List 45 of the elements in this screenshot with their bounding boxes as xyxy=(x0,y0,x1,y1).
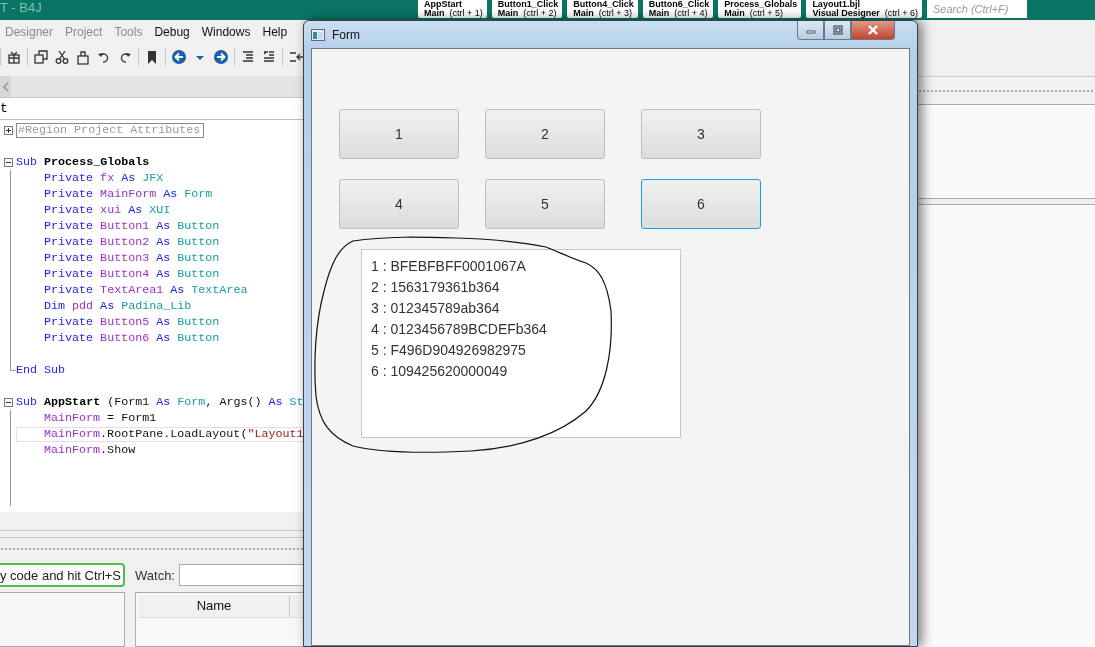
window-title: T - B4J xyxy=(0,0,43,15)
code-line: Dim pdd As Padina_Lib xyxy=(43,298,192,314)
watch-label: Watch: xyxy=(135,567,175,583)
search-field[interactable]: Search (Ctrl+F) xyxy=(927,0,1027,18)
document-tab[interactable]: Layout1.bjl Visual Designer (ctrl + 6) xyxy=(806,0,922,18)
code-line: MainForm = Form1 xyxy=(43,410,157,426)
code-line: Private Button4 As Button xyxy=(43,266,220,282)
menu-item[interactable]: Help xyxy=(262,25,288,39)
code-line: Private fx As JFX xyxy=(43,170,164,186)
code-line: Private xui As XUI xyxy=(43,202,171,218)
window-title: Form xyxy=(332,27,360,42)
code-line: Private Button3 As Button xyxy=(43,250,220,266)
text-line: 3 : 012345789ab364 xyxy=(371,299,501,318)
form-button[interactable]: 3 xyxy=(641,109,761,159)
document-tab[interactable]: Button4_Click Main (ctrl + 3) xyxy=(567,0,638,18)
document-tab[interactable]: AppStart Main (ctrl + 1) xyxy=(418,0,487,18)
document-tab[interactable]: Button6_Click Main (ctrl + 4) xyxy=(642,0,714,18)
code-line: Private Button6 As Button xyxy=(43,330,220,346)
code-line: MainForm.Show xyxy=(43,442,136,458)
code-line: Private Button5 As Button xyxy=(43,314,220,330)
input-field[interactable]: y code and hit Ctrl+S xyxy=(0,563,125,587)
code-line: Private Button2 As Button xyxy=(43,234,220,250)
menu-item[interactable]: Debug xyxy=(154,25,190,39)
code-line: Sub AppStart (Form1 As Form, Args() As St xyxy=(16,394,303,410)
code-line: Private MainForm As Form xyxy=(43,186,213,202)
document-tab[interactable]: Process_Globals Main (ctrl + 5) xyxy=(718,0,802,18)
form-button[interactable]: 4 xyxy=(339,179,459,229)
text-line: 6 : 109425620000049 xyxy=(371,362,509,381)
code-line: End Sub xyxy=(16,362,66,378)
module-tab[interactable]: t xyxy=(0,101,8,116)
text-line: 5 : F496D904926982975 xyxy=(371,341,527,360)
text-line: 1 : BFEBFBFF0001067A xyxy=(371,257,527,276)
text-line: 2 : 1563179361b364 xyxy=(371,278,501,297)
form-button[interactable]: 2 xyxy=(485,109,605,159)
form-button[interactable]: 5 xyxy=(485,179,605,229)
text-line: 4 : 0123456789BCDEFb364 xyxy=(371,320,548,339)
code-line: Sub Process_Globals xyxy=(16,154,150,170)
menu-item[interactable]: Windows xyxy=(201,25,251,39)
text-area[interactable]: 1 : BFEBFBFF0001067A 2 : 1563179361b364 3 : 012345789ab364 4 : 0123456789BCDEFb364 5 : F496D904926982975 6 : 109425620000049 xyxy=(361,249,681,438)
form-button[interactable]: 6 xyxy=(641,179,761,229)
code-line: Private Button1 As Button xyxy=(43,218,220,234)
form-button[interactable]: 1 xyxy=(339,109,459,159)
code-line: MainForm.RootPane.LoadLayout("Layout1 xyxy=(16,426,303,442)
code-line: Private TextArea1 As TextArea xyxy=(43,282,248,298)
document-tab[interactable]: Button1_Click Main (ctrl + 2) xyxy=(491,0,563,18)
